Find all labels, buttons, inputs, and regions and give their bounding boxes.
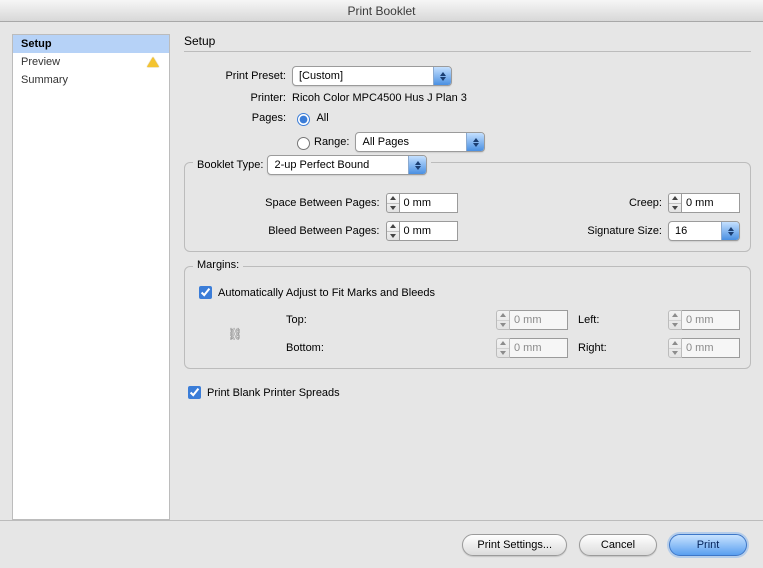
printer-label: Printer:	[184, 92, 292, 104]
sidebar-item-label: Preview	[21, 56, 60, 68]
select-arrows-icon	[721, 222, 739, 240]
pages-label: Pages:	[184, 112, 292, 124]
signature-size-value: 16	[669, 225, 721, 237]
bleed-stepper[interactable]	[386, 221, 458, 241]
top-label: Top:	[286, 314, 496, 326]
select-arrows-icon	[408, 156, 426, 174]
bleed-label: Bleed Between Pages:	[236, 225, 386, 237]
sidebar-item-preview[interactable]: Preview	[13, 53, 169, 71]
booklet-legend: Booklet Type: 2-up Perfect Bound	[193, 155, 431, 175]
booklet-type-value: 2-up Perfect Bound	[268, 159, 408, 171]
space-stepper[interactable]	[386, 193, 458, 213]
sig-label: Signature Size:	[568, 225, 668, 237]
print-button[interactable]: Print	[669, 534, 747, 556]
space-label: Space Between Pages:	[236, 197, 386, 209]
print-settings-button[interactable]: Print Settings...	[462, 534, 567, 556]
pages-range-value: All Pages	[356, 136, 466, 148]
creep-stepper[interactable]	[668, 193, 740, 213]
print-preset-label: Print Preset:	[184, 70, 292, 82]
select-arrows-icon	[466, 133, 484, 151]
sidebar-item-summary[interactable]: Summary	[13, 71, 169, 89]
pages-range-text: Range:	[314, 136, 349, 148]
bottom-label: Bottom:	[286, 342, 496, 354]
booklet-type-select[interactable]: 2-up Perfect Bound	[267, 155, 427, 175]
print-preset-value: [Custom]	[293, 70, 433, 82]
cancel-button[interactable]: Cancel	[579, 534, 657, 556]
bleed-input[interactable]	[400, 221, 458, 241]
dialog-content: Setup Preview Summary Setup Print Preset…	[0, 22, 763, 520]
pages-all-radio[interactable]: All	[292, 110, 329, 126]
sidebar-item-label: Setup	[21, 38, 52, 50]
margins-legend-text: Margins:	[197, 259, 239, 271]
sidebar: Setup Preview Summary	[12, 34, 170, 520]
pages-all-radio-input[interactable]	[297, 113, 310, 126]
sidebar-item-setup[interactable]: Setup	[13, 35, 169, 53]
right-stepper	[668, 338, 740, 358]
pages-range-select[interactable]: All Pages	[355, 132, 485, 152]
chain-link-icon[interactable]: ⛓	[228, 326, 244, 342]
auto-adjust-checkbox[interactable]: Automatically Adjust to Fit Marks and Bl…	[195, 283, 740, 302]
select-arrows-icon	[433, 67, 451, 85]
printer-value: Ricoh Color MPC4500 Hus J Plan 3	[292, 92, 467, 104]
pages-all-text: All	[316, 112, 328, 124]
margins-group: Margins: Automatically Adjust to Fit Mar…	[184, 266, 751, 369]
pages-range-radio-input[interactable]	[297, 137, 310, 150]
print-preset-select[interactable]: [Custom]	[292, 66, 452, 86]
left-stepper	[668, 310, 740, 330]
space-input[interactable]	[400, 193, 458, 213]
margins-legend: Margins:	[193, 259, 243, 271]
print-blank-input[interactable]	[188, 386, 201, 399]
signature-size-select[interactable]: 16	[668, 221, 740, 241]
creep-input[interactable]	[682, 193, 740, 213]
auto-adjust-label: Automatically Adjust to Fit Marks and Bl…	[218, 287, 435, 299]
warning-icon	[147, 57, 159, 67]
pages-range-radio[interactable]: Range:	[292, 134, 349, 150]
panel-title: Setup	[184, 34, 751, 52]
top-input	[510, 310, 568, 330]
main-panel: Setup Print Preset: [Custom] Printer: Ri…	[184, 34, 751, 520]
auto-adjust-input[interactable]	[199, 286, 212, 299]
bottom-input	[510, 338, 568, 358]
print-blank-checkbox[interactable]: Print Blank Printer Spreads	[184, 383, 751, 402]
creep-label: Creep:	[568, 197, 668, 209]
right-input	[682, 338, 740, 358]
booklet-group: Booklet Type: 2-up Perfect Bound Space B…	[184, 162, 751, 252]
left-input	[682, 310, 740, 330]
dialog-footer: Print Settings... Cancel Print	[0, 520, 763, 568]
window-title: Print Booklet	[0, 0, 763, 22]
booklet-legend-text: Booklet Type:	[197, 159, 263, 171]
top-stepper	[496, 310, 568, 330]
print-blank-label: Print Blank Printer Spreads	[207, 387, 340, 399]
sidebar-item-label: Summary	[21, 74, 68, 86]
right-label: Right:	[578, 342, 668, 354]
left-label: Left:	[578, 314, 668, 326]
bottom-stepper	[496, 338, 568, 358]
